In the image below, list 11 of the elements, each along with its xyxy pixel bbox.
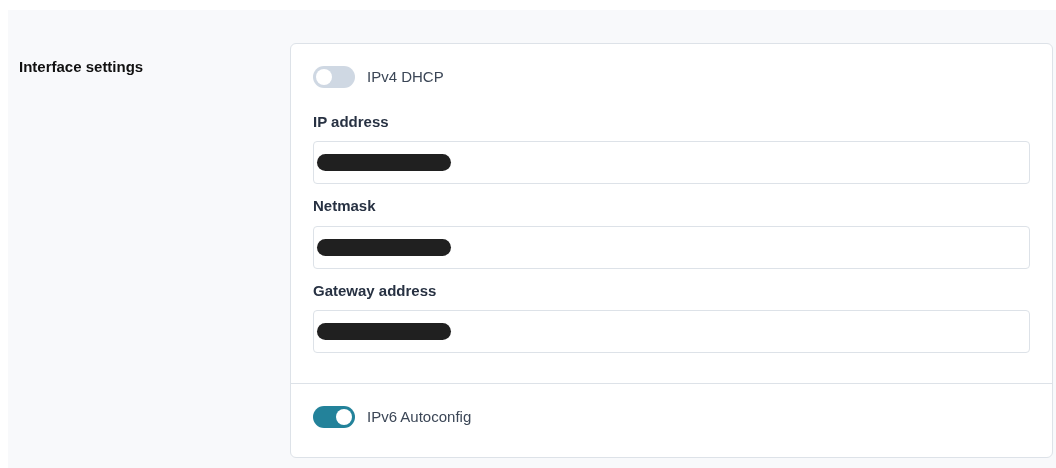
toggle-label: IPv4 DHCP: [367, 67, 444, 87]
field-label: Gateway address: [313, 280, 438, 301]
field-label: IP address: [313, 111, 390, 132]
section-title: Interface settings: [19, 58, 144, 75]
input-field[interactable]: [313, 141, 1030, 184]
input-field[interactable]: [313, 310, 1030, 353]
toggle-switch[interactable]: [313, 66, 355, 89]
input-field[interactable]: [313, 225, 1030, 269]
toggle-switch[interactable]: [313, 406, 355, 429]
field-label: Netmask: [313, 196, 377, 216]
toggle-label: IPv6 Autoconfig: [367, 407, 472, 427]
